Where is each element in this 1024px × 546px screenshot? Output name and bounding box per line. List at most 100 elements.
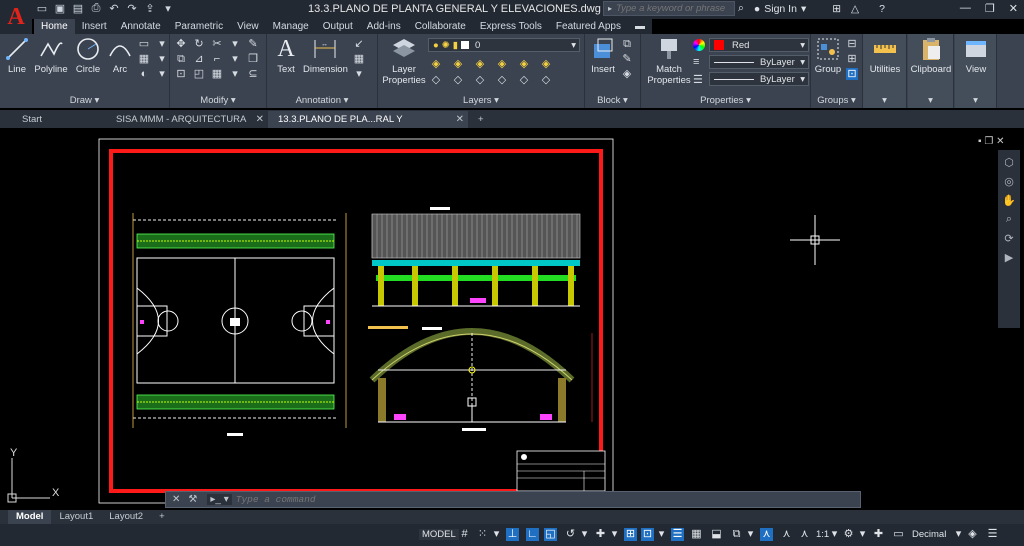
autocad-logo[interactable]: A bbox=[0, 0, 32, 34]
panel-utilities[interactable]: Utilities ▾ bbox=[863, 34, 907, 108]
scale-icon[interactable]: ◰ bbox=[193, 68, 205, 80]
tab-featured-apps[interactable]: Featured Apps bbox=[549, 19, 628, 34]
showmotion-icon[interactable]: ▶ bbox=[1005, 251, 1013, 264]
sign-in-link[interactable]: Sign In bbox=[764, 3, 797, 15]
text-tool[interactable]: A Text bbox=[271, 36, 301, 75]
array-icon[interactable]: ▦ bbox=[211, 68, 223, 80]
attribute-icon[interactable]: ◈ bbox=[621, 68, 633, 80]
match-properties-tool[interactable]: Match Properties bbox=[644, 36, 694, 86]
minimize-icon[interactable]: — bbox=[960, 2, 971, 15]
tab-extra[interactable]: ▬ bbox=[628, 19, 652, 34]
command-input[interactable] bbox=[235, 494, 836, 505]
linetype-dropdown[interactable]: ByLayer ▾ bbox=[709, 55, 809, 69]
drawing-canvas[interactable]: Y X ▪ ❐ ✕ bbox=[0, 128, 1024, 510]
line-tool[interactable]: Line bbox=[4, 36, 30, 75]
ortho-icon[interactable]: ⊥ bbox=[506, 528, 519, 541]
chevron-down-icon[interactable]: ▾ bbox=[952, 528, 965, 541]
group-edit-icon[interactable]: ⊞ bbox=[846, 53, 858, 65]
new-tab-button[interactable]: + bbox=[468, 111, 490, 128]
panel-layers-label[interactable]: Layers ▾ bbox=[378, 95, 584, 106]
insert-tool[interactable]: Insert bbox=[588, 36, 618, 75]
viewport-controls-icon[interactable]: ▪ ❐ ✕ bbox=[978, 136, 1004, 147]
add-layout-button[interactable]: + bbox=[151, 510, 173, 524]
chevron-down-icon[interactable]: ▾ bbox=[856, 528, 869, 541]
arc-tool[interactable]: Arc bbox=[106, 36, 134, 75]
tab-view[interactable]: View bbox=[230, 19, 266, 34]
chevron-down-icon[interactable]: ▾ bbox=[229, 53, 241, 65]
tab-home[interactable]: Home bbox=[34, 19, 75, 34]
layer-icon[interactable]: ◈ bbox=[452, 58, 464, 70]
color-wheel-icon[interactable] bbox=[693, 39, 705, 51]
gradient-icon[interactable]: ◐ bbox=[138, 68, 150, 80]
polar-icon[interactable]: ∟ bbox=[526, 528, 539, 541]
chevron-down-icon[interactable]: ▾ bbox=[828, 528, 841, 541]
pan-icon[interactable]: ✋ bbox=[1002, 194, 1016, 207]
view-expand[interactable]: ▾ bbox=[955, 95, 996, 106]
layer-icon[interactable]: ◇ bbox=[474, 74, 486, 86]
chevron-down-icon[interactable]: ▾ bbox=[229, 38, 241, 50]
layer-icon[interactable]: ◈ bbox=[540, 58, 552, 70]
file-tab-arquitectura[interactable]: SISA MMM - ARQUITECTURA 2025✕ bbox=[106, 111, 268, 142]
chevron-down-icon[interactable]: ▾ bbox=[353, 68, 365, 80]
trim-icon[interactable]: ✂ bbox=[211, 38, 223, 50]
redo-icon[interactable]: ↷ bbox=[126, 2, 138, 15]
group-tool[interactable]: Group bbox=[813, 36, 843, 75]
chevron-down-icon[interactable]: ▾ bbox=[744, 528, 757, 541]
autodesk-icon[interactable]: △ bbox=[851, 3, 859, 15]
create-block-icon[interactable]: ⧉ bbox=[621, 38, 633, 50]
isolate-objects-icon[interactable]: ◈ bbox=[966, 528, 979, 541]
clipboard-tool[interactable]: Clipboard bbox=[908, 36, 954, 75]
rotate-icon[interactable]: ↻ bbox=[193, 38, 205, 50]
search-icon[interactable]: ⌕ bbox=[738, 2, 744, 15]
customization-icon[interactable]: ☰ bbox=[986, 528, 999, 541]
dropdown-icon[interactable]: ▾ bbox=[162, 2, 174, 15]
edit-block-icon[interactable]: ✎ bbox=[621, 53, 633, 65]
ungroup-icon[interactable]: ⊟ bbox=[846, 38, 858, 50]
model-space-button[interactable]: MODEL bbox=[419, 529, 459, 540]
leader-icon[interactable]: ↙ bbox=[353, 38, 365, 50]
polyline-tool[interactable]: Polyline bbox=[33, 36, 69, 75]
layer-icon[interactable]: ◈ bbox=[474, 58, 486, 70]
zoom-icon[interactable]: ⌕ bbox=[1006, 213, 1012, 226]
panel-draw-label[interactable]: Draw ▾ bbox=[0, 95, 169, 106]
copy-icon[interactable]: ⧉ bbox=[175, 53, 187, 65]
orbit-icon[interactable]: ⟳ bbox=[1004, 232, 1013, 245]
explode-icon[interactable]: ❒ bbox=[247, 53, 259, 65]
annotation-monitor-icon[interactable]: ✚ bbox=[872, 528, 885, 541]
tab-express-tools[interactable]: Express Tools bbox=[473, 19, 549, 34]
selection-filter-icon[interactable]: ⧉ bbox=[730, 528, 743, 541]
user-icon[interactable]: ● bbox=[754, 3, 760, 15]
close-tab-icon[interactable]: ✕ bbox=[256, 111, 264, 128]
chevron-down-icon[interactable]: ▾ bbox=[801, 3, 806, 15]
tab-parametric[interactable]: Parametric bbox=[168, 19, 230, 34]
search-input[interactable] bbox=[616, 3, 737, 14]
move-icon[interactable]: ✥ bbox=[175, 38, 187, 50]
rectangle-icon[interactable]: ▭ bbox=[138, 38, 150, 50]
hatch-icon[interactable]: ▦ bbox=[138, 53, 150, 65]
file-tab-current[interactable]: 13.3.PLANO DE PLA...RAL Y ELEVACIONES*✕ bbox=[268, 111, 468, 142]
layer-icon[interactable]: ◈ bbox=[496, 58, 508, 70]
open-icon[interactable]: ▭ bbox=[36, 2, 48, 15]
layer-icon[interactable]: ◇ bbox=[496, 74, 508, 86]
chevron-down-icon[interactable]: ▾ bbox=[156, 68, 168, 80]
undo-icon[interactable]: ↶ bbox=[108, 2, 120, 15]
tab-add-ins[interactable]: Add-ins bbox=[360, 19, 408, 34]
lineweight-dropdown[interactable]: ByLayer ▾ bbox=[709, 72, 809, 86]
steering-wheel-icon[interactable]: ◎ bbox=[1004, 175, 1014, 188]
annotation-scale-icon[interactable]: ⋏ bbox=[798, 528, 811, 541]
view-cube-icon[interactable]: ⬡ bbox=[1004, 156, 1014, 169]
panel-view[interactable]: View ▾ bbox=[955, 34, 997, 108]
table-icon[interactable]: ▦ bbox=[353, 53, 365, 65]
tab-layout2[interactable]: Layout2 bbox=[101, 510, 151, 524]
selection-cycling-icon[interactable]: ☰ bbox=[671, 528, 684, 541]
layer-icon[interactable]: ◈ bbox=[430, 58, 442, 70]
lineweight-toggle-icon[interactable]: ⊞ bbox=[624, 528, 637, 541]
object-snap-tracking-icon[interactable]: ↺ bbox=[564, 528, 577, 541]
3d-osnap-icon[interactable]: ▦ bbox=[690, 528, 703, 541]
command-prompt-icon[interactable]: ▸_ ▾ bbox=[207, 494, 232, 505]
chevron-down-icon[interactable]: ▾ bbox=[156, 53, 168, 65]
drawing-area[interactable]: Y X ▪ ❐ ✕ bbox=[0, 128, 1024, 510]
erase-icon[interactable]: ✎ bbox=[247, 38, 259, 50]
panel-modify-label[interactable]: Modify ▾ bbox=[170, 95, 266, 106]
save-as-icon[interactable]: ▤ bbox=[72, 2, 84, 15]
